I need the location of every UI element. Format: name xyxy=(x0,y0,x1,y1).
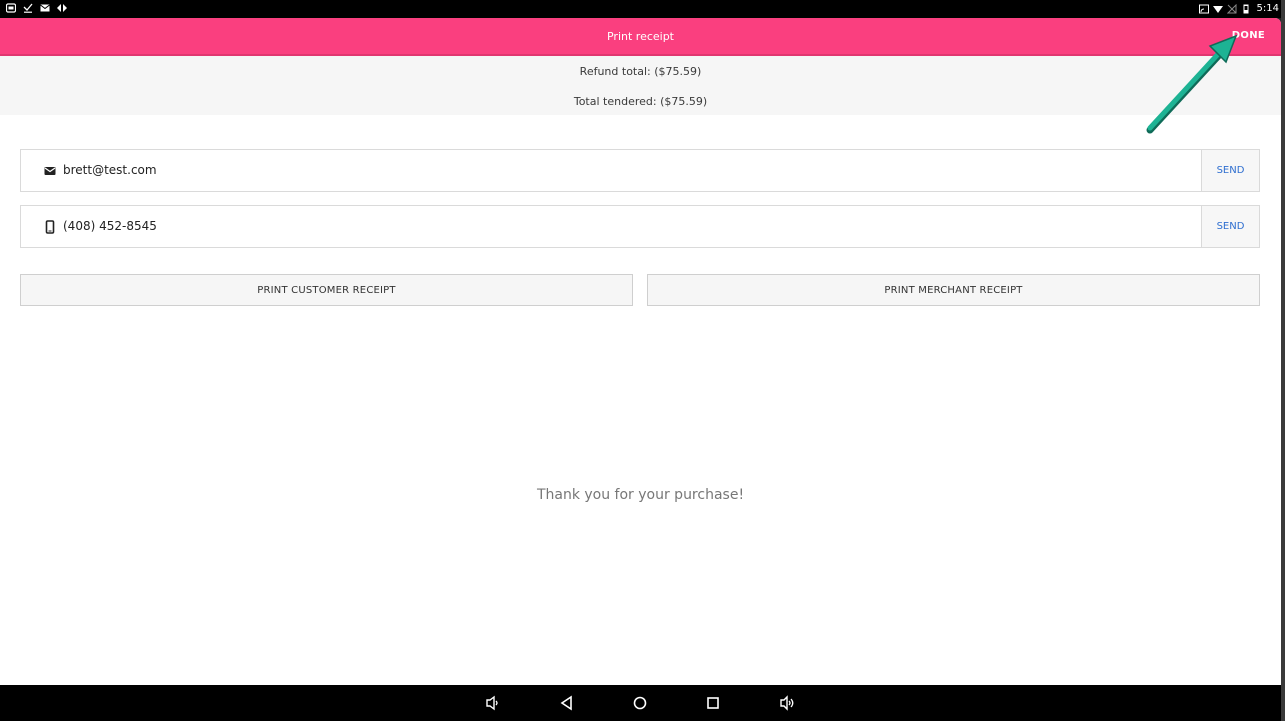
email-value: brett@test.com xyxy=(63,163,157,177)
app-bar: Print receipt DONE xyxy=(0,18,1281,56)
totals-panel: Refund total: ($75.59) Total tendered: (… xyxy=(0,56,1281,115)
thank-you-message: Thank you for your purchase! xyxy=(536,487,745,503)
mail-icon xyxy=(40,4,50,12)
email-field[interactable]: brett@test.com SEND xyxy=(20,149,1260,192)
phone-icon xyxy=(45,220,55,234)
status-bar: 5:14 xyxy=(0,0,1281,18)
cast-icon xyxy=(1198,4,1209,14)
home-icon[interactable] xyxy=(632,695,648,711)
phone-field[interactable]: (408) 452-8545 SEND xyxy=(20,205,1260,248)
no-sim-icon xyxy=(1226,4,1237,14)
phone-value: (408) 452-8545 xyxy=(63,219,157,233)
window-edge xyxy=(1281,0,1285,721)
back-icon[interactable] xyxy=(559,695,575,711)
navigation-bar xyxy=(0,685,1281,721)
volume-down-icon[interactable] xyxy=(484,695,500,711)
download-done-icon xyxy=(23,3,33,13)
app-screen: Print receipt DONE Refund total: ($75.59… xyxy=(0,18,1281,685)
sync-icon xyxy=(57,4,67,12)
screen-cast-icon xyxy=(6,3,16,13)
recents-icon[interactable] xyxy=(705,695,721,711)
print-merchant-receipt-button[interactable]: PRINT MERCHANT RECEIPT xyxy=(647,274,1260,306)
email-icon xyxy=(44,167,56,175)
send-sms-button[interactable]: SEND xyxy=(1201,206,1259,247)
annotation-arrow xyxy=(1146,34,1238,134)
print-customer-receipt-button[interactable]: PRINT CUSTOMER RECEIPT xyxy=(20,274,633,306)
volume-up-icon[interactable] xyxy=(779,695,795,711)
send-email-button[interactable]: SEND xyxy=(1201,150,1259,191)
page-title: Print receipt xyxy=(606,30,674,43)
wifi-icon xyxy=(1212,6,1223,13)
refund-total: Refund total: ($75.59) xyxy=(579,65,702,78)
device-frame: 5:14 Print receipt DONE Refund total: ($… xyxy=(0,0,1285,721)
clock-time: 5:14 xyxy=(1256,3,1279,14)
battery-icon xyxy=(1243,4,1249,14)
total-tendered: Total tendered: ($75.59) xyxy=(573,95,708,108)
